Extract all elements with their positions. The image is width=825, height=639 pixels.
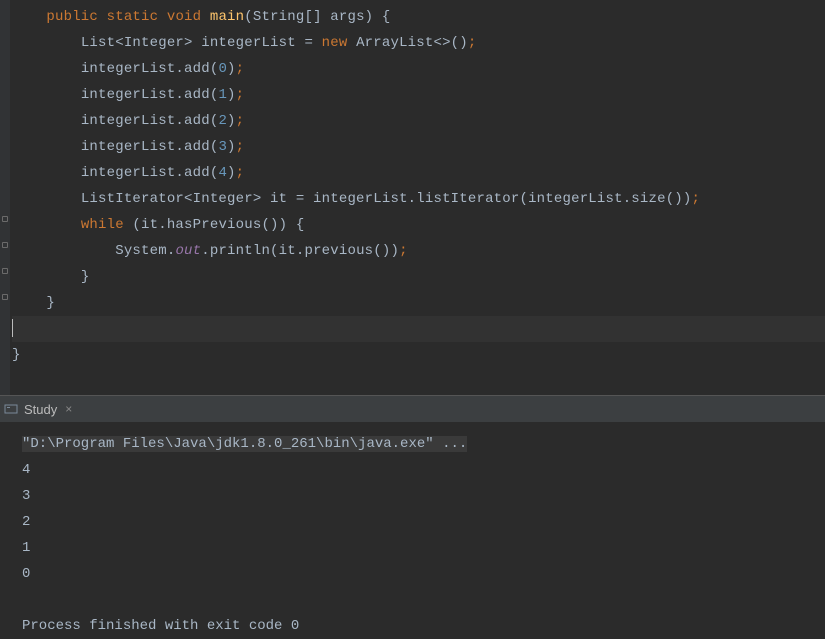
- code-line: public static void main(String[] args) {: [12, 9, 391, 25]
- run-config-icon: [4, 402, 18, 416]
- console-output-line: 0: [22, 566, 30, 582]
- code-line: }: [12, 295, 55, 311]
- console-output-line: 3: [22, 488, 30, 504]
- code-line: integerList.add(0);: [12, 61, 244, 77]
- console-output-line: 4: [22, 462, 30, 478]
- gutter-mark: [2, 294, 8, 300]
- code-editor[interactable]: public static void main(String[] args) {…: [0, 0, 825, 395]
- text-cursor: [12, 319, 13, 337]
- run-tab-bar: Study ×: [0, 395, 825, 423]
- gutter-mark: [2, 242, 8, 248]
- console-output-line: 1: [22, 540, 30, 556]
- code-line: ListIterator<Integer> it = integerList.l…: [12, 191, 700, 207]
- cursor-line: [12, 316, 825, 342]
- code-line: integerList.add(3);: [12, 139, 244, 155]
- close-icon[interactable]: ×: [65, 402, 72, 416]
- code-line: }: [12, 347, 21, 363]
- run-tab-label[interactable]: Study: [24, 402, 57, 417]
- console-output-line: 2: [22, 514, 30, 530]
- gutter-mark: [2, 216, 8, 222]
- code-line: while (it.hasPrevious()) {: [12, 217, 304, 233]
- gutter-mark: [2, 268, 8, 274]
- console-exit-message: Process finished with exit code 0: [22, 618, 299, 634]
- run-console[interactable]: "D:\Program Files\Java\jdk1.8.0_261\bin\…: [0, 423, 825, 639]
- console-command: "D:\Program Files\Java\jdk1.8.0_261\bin\…: [22, 436, 467, 452]
- code-line: integerList.add(1);: [12, 87, 244, 103]
- code-line: integerList.add(2);: [12, 113, 244, 129]
- code-content[interactable]: public static void main(String[] args) {…: [10, 0, 825, 395]
- code-line: System.out.println(it.previous());: [12, 243, 408, 259]
- code-line: integerList.add(4);: [12, 165, 244, 181]
- code-line: List<Integer> integerList = new ArrayLis…: [12, 35, 477, 51]
- editor-gutter: [0, 0, 10, 395]
- code-line: }: [12, 269, 89, 285]
